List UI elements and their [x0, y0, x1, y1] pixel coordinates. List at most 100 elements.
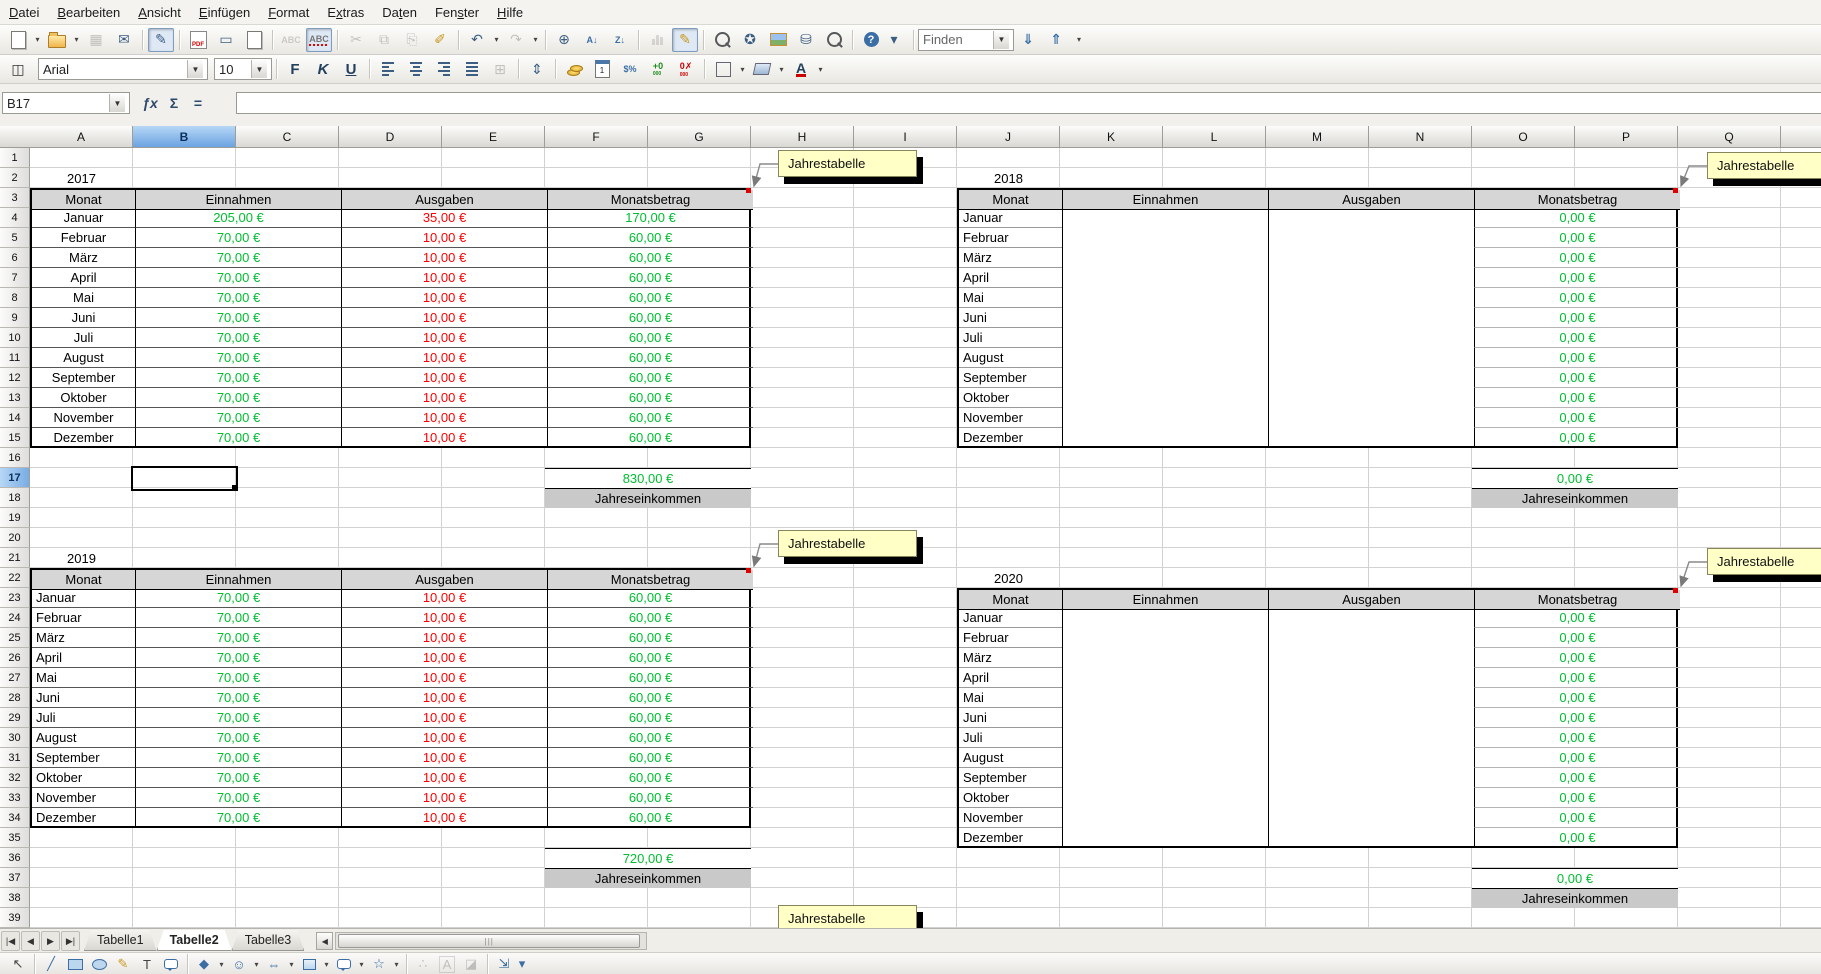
table-2019-header-monatsbetrag: Monatsbetrag — [547, 570, 753, 590]
toolbar-separator — [34, 954, 35, 974]
drawbar-overflow-icon[interactable]: ▾ — [516, 955, 528, 974]
sheet-tab-tabelle3[interactable]: Tabelle3 — [232, 930, 305, 951]
table-2020-month-September: September — [959, 768, 1062, 788]
horizontal-scrollbar[interactable]: ||| — [335, 932, 647, 950]
table-2019-einnahmen-value: 70,00 € — [135, 708, 341, 728]
table-2017-einnahmen-value: 205,00 € — [135, 208, 341, 228]
comment-jahrestabelle-2[interactable]: Jahrestabelle — [1707, 152, 1821, 179]
table-2020-month-Oktober: Oktober — [959, 788, 1062, 808]
table-2018-monatsbetrag-value: 0,00 € — [1474, 288, 1680, 308]
table-2020-month-Februar: Februar — [959, 628, 1062, 648]
table-2020-monatsbetrag-value: 0,00 € — [1474, 648, 1680, 668]
table-2019-month-Juli: Juli — [32, 708, 135, 728]
comment-jahrestabelle-4[interactable]: Jahrestabelle — [1707, 548, 1821, 575]
last-sheet-icon[interactable]: ▶| — [61, 931, 80, 951]
sheet-tab-tabelle2[interactable]: Tabelle2 — [157, 930, 232, 951]
table-2019-einnahmen-value: 70,00 € — [135, 628, 341, 648]
table-2019-header-ausgaben: Ausgaben — [341, 570, 547, 590]
table-2017-monatsbetrag-value: 60,00 € — [547, 288, 753, 308]
select-icon[interactable]: ↖ — [6, 955, 30, 974]
basic-shapes-icon[interactable]: ◆ — [192, 955, 216, 974]
callout-shapes-dropdown-icon[interactable]: ▾ — [356, 953, 367, 974]
flowchart-icon[interactable] — [297, 955, 321, 974]
table-2020-monatsbetrag-value: 0,00 € — [1474, 788, 1680, 808]
table-2020-ausgaben-empty — [1268, 608, 1474, 848]
table-2020-month-April: April — [959, 668, 1062, 688]
stars-dropdown-icon[interactable]: ▾ — [391, 953, 402, 974]
drawing-toolbar: ↖╱✎T◆▾☺▾⇔▾▾▾☆▾∴A◪⇲▾ — [0, 952, 1821, 974]
table-2019-monatsbetrag-value: 60,00 € — [547, 748, 753, 768]
table-2019-header-monat: Monat — [32, 570, 135, 590]
table-2019-ausgaben-value: 10,00 € — [341, 688, 547, 708]
table-2020-monatsbetrag-value: 0,00 € — [1474, 688, 1680, 708]
table-2018-monatsbetrag-value: 0,00 € — [1474, 348, 1680, 368]
jahreseinkommen-label-2018: Jahreseinkommen — [1472, 488, 1678, 508]
sheet-tab-tabelle1[interactable]: Tabelle1 — [84, 930, 157, 951]
flowchart-dropdown-icon[interactable]: ▾ — [321, 953, 332, 974]
table-2018-monatsbetrag-value: 0,00 € — [1474, 368, 1680, 388]
symbol-shapes-dropdown-icon[interactable]: ▾ — [251, 953, 262, 974]
ellipse-icon[interactable] — [87, 955, 111, 974]
table-2020-monatsbetrag-value: 0,00 € — [1474, 828, 1680, 848]
year-label-2018: 2018 — [957, 168, 1060, 188]
table-2019-einnahmen-value: 70,00 € — [135, 588, 341, 608]
table-2020-month-Juli: Juli — [959, 728, 1062, 748]
callout-icon[interactable] — [159, 955, 183, 974]
selection-fill-handle[interactable] — [232, 485, 238, 491]
jahreseinkommen-label-2019: Jahreseinkommen — [545, 868, 751, 888]
table-2020-monatsbetrag-value: 0,00 € — [1474, 728, 1680, 748]
cell-cursor-B17[interactable] — [131, 466, 238, 491]
stars-icon[interactable]: ☆ — [367, 955, 391, 974]
calc-window: DateiBearbeitenAnsichtEinfügenFormatExtr… — [0, 0, 1821, 974]
table-2019-ausgaben-value: 10,00 € — [341, 628, 547, 648]
table-2017-month-Mai: Mai — [32, 288, 135, 308]
block-arrows-icon[interactable]: ⇔ — [262, 955, 286, 974]
table-2017-einnahmen-value: 70,00 € — [135, 268, 341, 288]
table-2017-einnahmen-value: 70,00 € — [135, 308, 341, 328]
comment-jahrestabelle-1[interactable]: Jahrestabelle — [778, 150, 917, 177]
line-icon[interactable]: ╱ — [39, 955, 63, 974]
table-2017-monatsbetrag-value: 60,00 € — [547, 228, 753, 248]
comment-anchor-dot-3 — [746, 568, 751, 573]
toolbar-separator — [187, 954, 188, 974]
from-file-icon[interactable]: ⇲ — [492, 955, 516, 974]
comment-jahrestabelle-5[interactable]: Jahrestabelle — [778, 905, 917, 928]
next-sheet-icon[interactable]: ▶ — [41, 931, 60, 951]
table-2017-month-September: September — [32, 368, 135, 388]
table-2019-einnahmen-value: 70,00 € — [135, 608, 341, 628]
callout-shapes-icon[interactable] — [332, 955, 356, 974]
rectangle-icon[interactable] — [63, 955, 87, 974]
table-2020-monatsbetrag-value: 0,00 € — [1474, 808, 1680, 828]
table-2020-month-Juni: Juni — [959, 708, 1062, 728]
comment-jahrestabelle-3[interactable]: Jahrestabelle — [778, 530, 917, 557]
table-2017-header-monatsbetrag: Monatsbetrag — [547, 190, 753, 210]
table-2020-monatsbetrag-value: 0,00 € — [1474, 708, 1680, 728]
table-2017-monatsbetrag-value: 60,00 € — [547, 408, 753, 428]
table-2019-einnahmen-value: 70,00 € — [135, 728, 341, 748]
jahreseinkommen-total-2020: 0,00 € — [1472, 868, 1678, 888]
freeform-line-icon[interactable]: ✎ — [111, 955, 135, 974]
prev-sheet-icon[interactable]: ◀ — [21, 931, 40, 951]
table-2019-ausgaben-value: 10,00 € — [341, 748, 547, 768]
table-2020-einnahmen-empty — [1062, 608, 1268, 848]
table-2017: MonatEinnahmenAusgabenMonatsbetragJanuar… — [30, 188, 751, 448]
year-label-2020: 2020 — [957, 568, 1060, 588]
table-2017-ausgaben-value: 10,00 € — [341, 228, 547, 248]
extrusion-icon: ◪ — [459, 955, 483, 974]
table-2017-ausgaben-value: 10,00 € — [341, 248, 547, 268]
table-2017-monatsbetrag-value: 60,00 € — [547, 248, 753, 268]
table-2017-monatsbetrag-value: 60,00 € — [547, 388, 753, 408]
table-2019-ausgaben-value: 10,00 € — [341, 728, 547, 748]
table-2018-monatsbetrag-value: 0,00 € — [1474, 408, 1680, 428]
block-arrows-dropdown-icon[interactable]: ▾ — [286, 953, 297, 974]
horizontal-scrollbar-thumb[interactable]: ||| — [338, 934, 640, 948]
year-label-2019: 2019 — [30, 548, 133, 568]
first-sheet-icon[interactable]: |◀ — [1, 931, 20, 951]
scroll-left-icon[interactable]: ◀ — [316, 932, 333, 950]
table-2018-monatsbetrag-value: 0,00 € — [1474, 308, 1680, 328]
text-icon[interactable]: T — [135, 955, 159, 974]
table-2019-month-Juni: Juni — [32, 688, 135, 708]
table-2020-monatsbetrag-value: 0,00 € — [1474, 768, 1680, 788]
basic-shapes-dropdown-icon[interactable]: ▾ — [216, 953, 227, 974]
symbol-shapes-icon[interactable]: ☺ — [227, 955, 251, 974]
